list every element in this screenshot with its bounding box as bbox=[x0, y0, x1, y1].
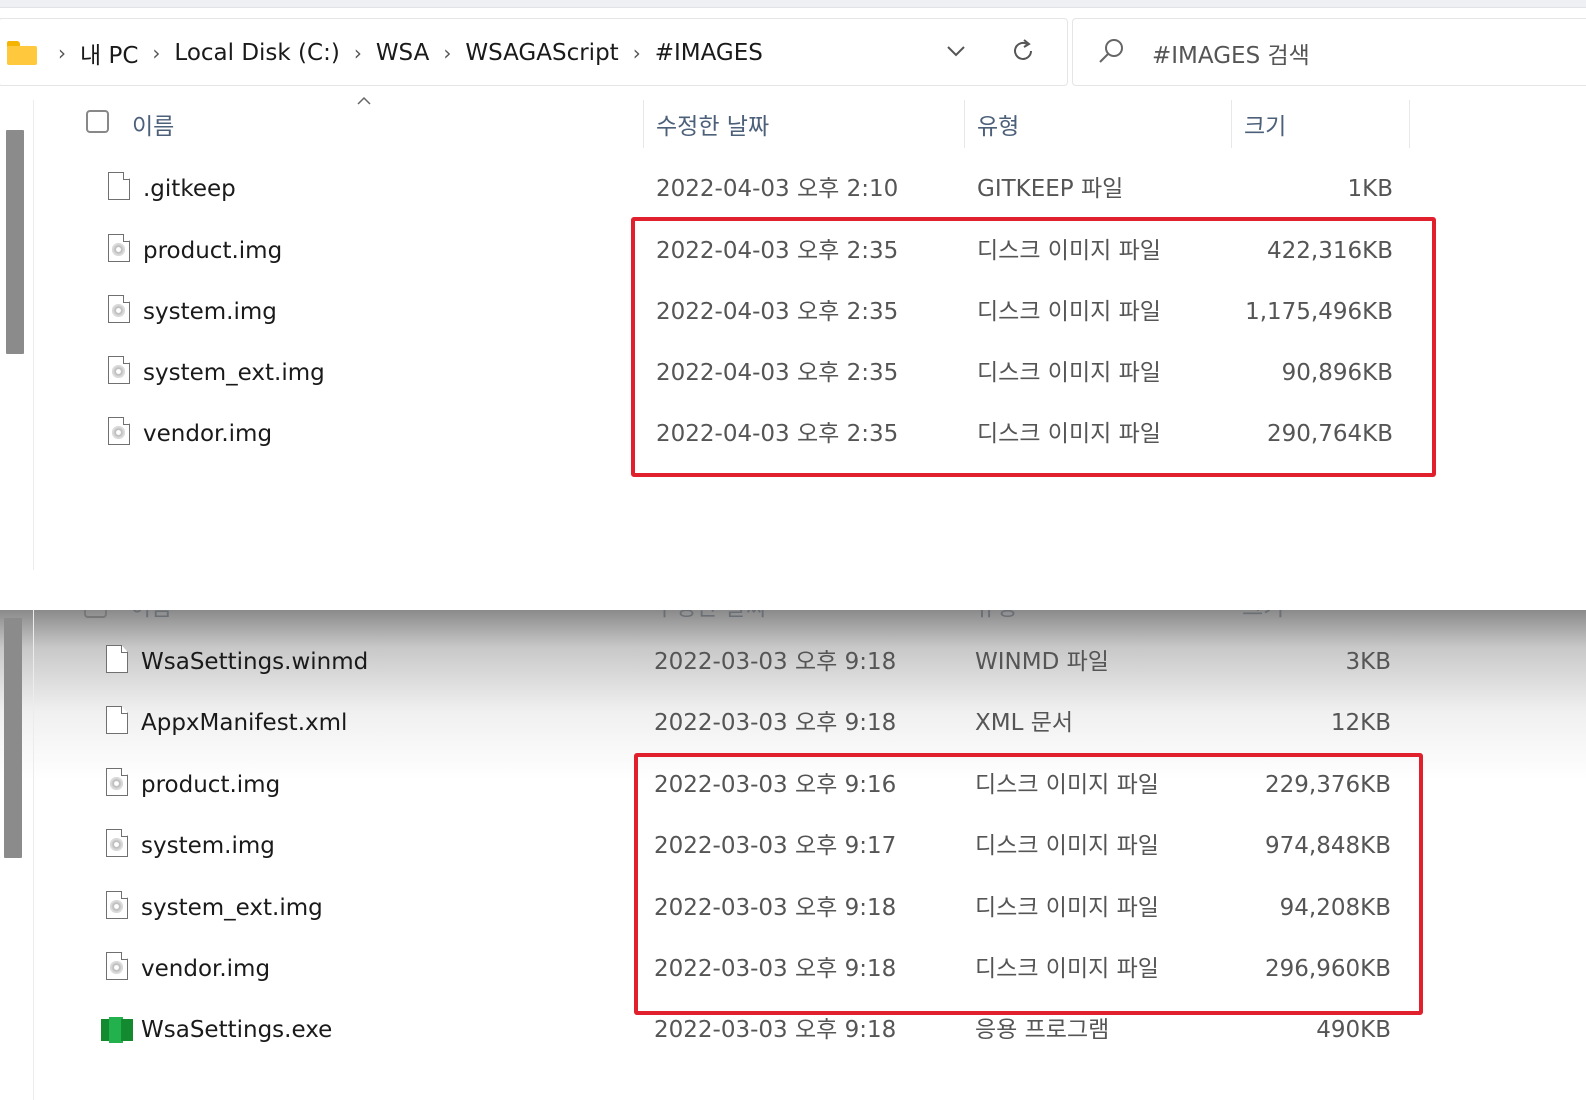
file-icon bbox=[108, 172, 130, 200]
column-header-size-label: 크기 bbox=[1244, 114, 1287, 140]
explorer-window-wsa: 이름 수정한 날짜 유형 크기 WsaSettings.winmd 2022-0… bbox=[0, 610, 1586, 1100]
file-name: system_ext.img bbox=[141, 895, 323, 921]
file-size: 1KB bbox=[1347, 176, 1394, 202]
search-input[interactable]: #IMAGES 검색 bbox=[1152, 36, 1310, 70]
disc-image-icon bbox=[108, 356, 130, 384]
refresh-icon[interactable] bbox=[1009, 37, 1037, 65]
column-header-type-label: 유형 bbox=[977, 114, 1020, 140]
file-type: WINMD 파일 bbox=[975, 649, 1109, 675]
column-header-type[interactable]: 유형 bbox=[965, 100, 1232, 148]
address-bar[interactable]: › 내 PC › Local Disk (C:) › WSA › WSAGASc… bbox=[0, 18, 1068, 86]
column-header-type[interactable]: 유형 bbox=[975, 610, 1017, 622]
file-name: system.img bbox=[143, 299, 277, 325]
breadcrumb-item-images[interactable]: #IMAGES bbox=[650, 40, 768, 66]
breadcrumb-item-wsa[interactable]: WSA bbox=[371, 40, 435, 66]
highlight-box bbox=[634, 753, 1423, 1015]
file-name: product.img bbox=[141, 772, 281, 798]
file-name: WsaSettings.exe bbox=[141, 1017, 333, 1043]
disc-image-icon bbox=[108, 295, 130, 323]
column-header-date-label: 수정한 날짜 bbox=[656, 114, 770, 140]
file-name: system_ext.img bbox=[143, 360, 325, 386]
file-row[interactable]: .gitkeep 2022-04-03 오후 2:10 GITKEEP 파일 1… bbox=[0, 164, 1586, 214]
breadcrumb-item-local-disk[interactable]: Local Disk (C:) bbox=[169, 40, 344, 66]
file-name: AppxManifest.xml bbox=[141, 710, 348, 736]
file-row[interactable]: WsaSettings.winmd 2022-03-03 오후 9:18 WIN… bbox=[0, 637, 1586, 687]
breadcrumb-separator[interactable]: › bbox=[624, 41, 650, 65]
disc-image-icon bbox=[108, 234, 130, 262]
file-name: .gitkeep bbox=[143, 176, 236, 202]
file-name: product.img bbox=[143, 238, 283, 264]
file-date: 2022-04-03 오후 2:10 bbox=[656, 176, 899, 202]
column-header-name[interactable]: 이름 bbox=[132, 100, 644, 148]
file-icon bbox=[106, 706, 128, 734]
column-header-size[interactable]: 크기 bbox=[1242, 610, 1284, 622]
disc-image-icon bbox=[108, 417, 130, 445]
file-name: system.img bbox=[141, 833, 275, 859]
column-header-name[interactable]: 이름 bbox=[130, 610, 172, 622]
file-size: 12KB bbox=[1330, 710, 1391, 736]
title-strip bbox=[0, 0, 1586, 8]
file-row[interactable]: AppxManifest.xml 2022-03-03 오후 9:18 XML … bbox=[0, 698, 1586, 748]
file-date: 2022-03-03 오후 9:18 bbox=[654, 710, 897, 736]
disc-image-icon bbox=[106, 768, 128, 796]
breadcrumb-separator[interactable]: › bbox=[345, 41, 371, 65]
folder-icon bbox=[7, 41, 37, 65]
breadcrumb-separator[interactable]: › bbox=[143, 41, 169, 65]
breadcrumb-separator[interactable]: › bbox=[434, 41, 460, 65]
disc-image-icon bbox=[106, 829, 128, 857]
disc-image-icon bbox=[106, 952, 128, 980]
breadcrumb: › 내 PC › Local Disk (C:) › WSA › WSAGASc… bbox=[49, 19, 768, 87]
breadcrumb-separator[interactable]: › bbox=[49, 41, 75, 65]
column-header-size[interactable]: 크기 bbox=[1232, 100, 1410, 148]
file-name: WsaSettings.winmd bbox=[141, 649, 369, 675]
file-type: XML 문서 bbox=[975, 710, 1074, 736]
file-icon bbox=[106, 645, 128, 673]
column-header-name-label: 이름 bbox=[132, 114, 175, 140]
app-exe-icon bbox=[101, 1017, 133, 1043]
highlight-box bbox=[631, 217, 1436, 477]
column-header-date[interactable]: 수정한 날짜 bbox=[644, 100, 965, 148]
file-name: vendor.img bbox=[143, 421, 273, 447]
search-icon bbox=[1095, 35, 1127, 67]
file-size: 3KB bbox=[1345, 649, 1392, 675]
breadcrumb-item-this-pc[interactable]: 내 PC bbox=[75, 36, 143, 70]
select-all-checkbox[interactable] bbox=[86, 110, 109, 133]
column-header-date[interactable]: 수정한 날짜 bbox=[654, 610, 767, 622]
explorer-window-images: › 내 PC › Local Disk (C:) › WSA › WSAGASc… bbox=[0, 0, 1586, 617]
select-all-checkbox[interactable] bbox=[84, 610, 107, 618]
search-box[interactable]: #IMAGES 검색 bbox=[1072, 18, 1586, 86]
breadcrumb-item-wsagascript[interactable]: WSAGAScript bbox=[460, 40, 623, 66]
file-name: vendor.img bbox=[141, 956, 271, 982]
chevron-down-icon[interactable] bbox=[944, 39, 968, 63]
disc-image-icon bbox=[106, 891, 128, 919]
file-type: GITKEEP 파일 bbox=[977, 176, 1124, 202]
file-date: 2022-03-03 오후 9:18 bbox=[654, 649, 897, 675]
